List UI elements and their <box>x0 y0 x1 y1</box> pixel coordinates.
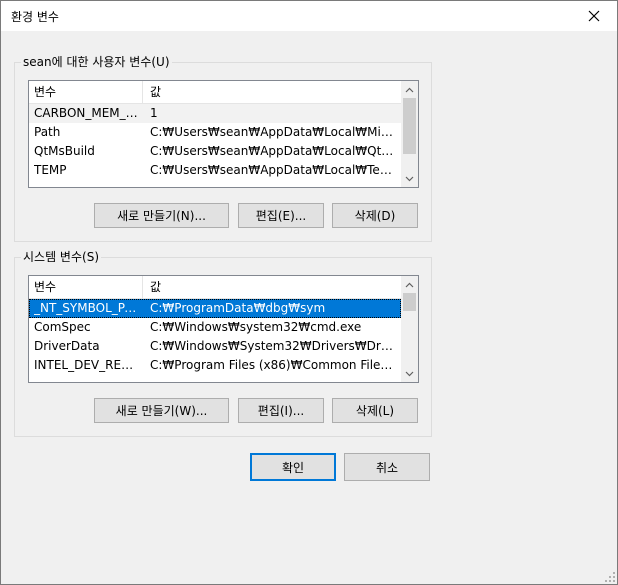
system-variables-label: 시스템 변수(S) <box>21 250 101 264</box>
variable-name: _NT_SYMBOL_PATH <box>34 301 142 315</box>
list-item[interactable]: QtMsBuild C:₩Users₩sean₩AppData₩Local₩Qt… <box>29 142 401 161</box>
scroll-thumb[interactable] <box>403 98 416 154</box>
chevron-down-icon <box>405 176 414 181</box>
variable-value: C:₩ProgramData₩dbg₩sym <box>150 301 326 315</box>
variable-value: C:₩Users₩sean₩AppData₩Local₩QtMsBuild <box>150 144 396 158</box>
chevron-down-icon <box>405 371 414 376</box>
cancel-button[interactable]: 취소 <box>344 453 430 481</box>
variable-value: C:₩Users₩sean₩AppData₩Local₩Microsoft... <box>150 125 396 139</box>
variable-name: INTEL_DEV_REDIST <box>34 358 142 372</box>
system-variables-rows: _NT_SYMBOL_PATH C:₩ProgramData₩dbg₩sym C… <box>29 299 401 375</box>
close-icon <box>588 10 600 22</box>
user-variables-list[interactable]: 변수 값 CARBON_MEM_DI... 1 Path C:₩Users₩se… <box>28 80 419 188</box>
system-new-button[interactable]: 새로 만들기(W)... <box>94 398 229 423</box>
user-new-button[interactable]: 새로 만들기(N)... <box>94 203 229 228</box>
resize-grip-icon[interactable] <box>605 572 615 582</box>
variable-value: C:₩Users₩sean₩AppData₩Local₩Temp <box>150 163 396 177</box>
chevron-up-icon <box>405 282 414 287</box>
variable-value: C:₩Windows₩System32₩Drivers₩DriverData <box>150 339 396 353</box>
list-item[interactable]: ComSpec C:₩Windows₩system32₩cmd.exe <box>29 318 401 337</box>
vertical-scrollbar[interactable] <box>401 81 418 187</box>
scroll-up-button[interactable] <box>401 81 418 98</box>
list-item[interactable]: DriverData C:₩Windows₩System32₩Drivers₩D… <box>29 337 401 356</box>
system-variables-group: 시스템 변수(S) 변수 값 _NT_SYMBOL_PATH C:₩Progra… <box>14 250 432 437</box>
variable-name: QtMsBuild <box>34 144 95 158</box>
user-variables-group: sean에 대한 사용자 변수(U) 변수 값 CARBON_MEM_DI...… <box>14 55 432 242</box>
column-header-value[interactable]: 값 <box>144 276 161 298</box>
scroll-down-button[interactable] <box>401 365 418 382</box>
user-delete-button[interactable]: 삭제(D) <box>332 203 418 228</box>
user-variables-rows: CARBON_MEM_DI... 1 Path C:₩Users₩sean₩Ap… <box>29 104 401 180</box>
list-item[interactable]: Path C:₩Users₩sean₩AppData₩Local₩Microso… <box>29 123 401 142</box>
column-header-value[interactable]: 값 <box>144 81 161 103</box>
list-item[interactable]: INTEL_DEV_REDIST C:₩Program Files (x86)₩… <box>29 356 401 375</box>
variable-name: TEMP <box>34 163 67 177</box>
title-bar[interactable]: 환경 변수 <box>1 1 617 31</box>
variable-name: DriverData <box>34 339 100 353</box>
vertical-scrollbar[interactable] <box>401 276 418 382</box>
scroll-down-button[interactable] <box>401 170 418 187</box>
scroll-up-button[interactable] <box>401 276 418 293</box>
system-variables-list[interactable]: 변수 값 _NT_SYMBOL_PATH C:₩ProgramData₩dbg₩… <box>28 275 419 383</box>
list-header: 변수 값 <box>29 81 401 104</box>
column-header-variable[interactable]: 변수 <box>29 276 143 298</box>
variable-value: C:₩Windows₩system32₩cmd.exe <box>150 320 362 334</box>
variable-value: C:₩Program Files (x86)₩Common Files₩In..… <box>150 358 396 372</box>
variable-value: 1 <box>150 106 158 120</box>
system-delete-button[interactable]: 삭제(L) <box>332 398 418 423</box>
close-button[interactable] <box>571 1 617 31</box>
variable-name: Path <box>34 125 61 139</box>
window-title: 환경 변수 <box>11 10 59 24</box>
variable-name: CARBON_MEM_DI... <box>34 106 142 120</box>
scroll-thumb[interactable] <box>403 293 416 311</box>
list-item[interactable]: TEMP C:₩Users₩sean₩AppData₩Local₩Temp <box>29 161 401 180</box>
system-edit-button[interactable]: 편집(I)... <box>238 398 324 423</box>
variable-name: ComSpec <box>34 320 91 334</box>
user-edit-button[interactable]: 편집(E)... <box>238 203 324 228</box>
ok-button[interactable]: 확인 <box>250 453 336 481</box>
chevron-up-icon <box>405 87 414 92</box>
environment-variables-dialog: 환경 변수 sean에 대한 사용자 변수(U) 변수 값 CARBON_MEM… <box>0 0 618 585</box>
user-variables-label: sean에 대한 사용자 변수(U) <box>21 55 172 69</box>
column-header-variable[interactable]: 변수 <box>29 81 143 103</box>
list-item[interactable]: CARBON_MEM_DI... 1 <box>29 104 401 123</box>
list-header: 변수 값 <box>29 276 401 299</box>
list-item-selected[interactable]: _NT_SYMBOL_PATH C:₩ProgramData₩dbg₩sym <box>29 299 401 318</box>
